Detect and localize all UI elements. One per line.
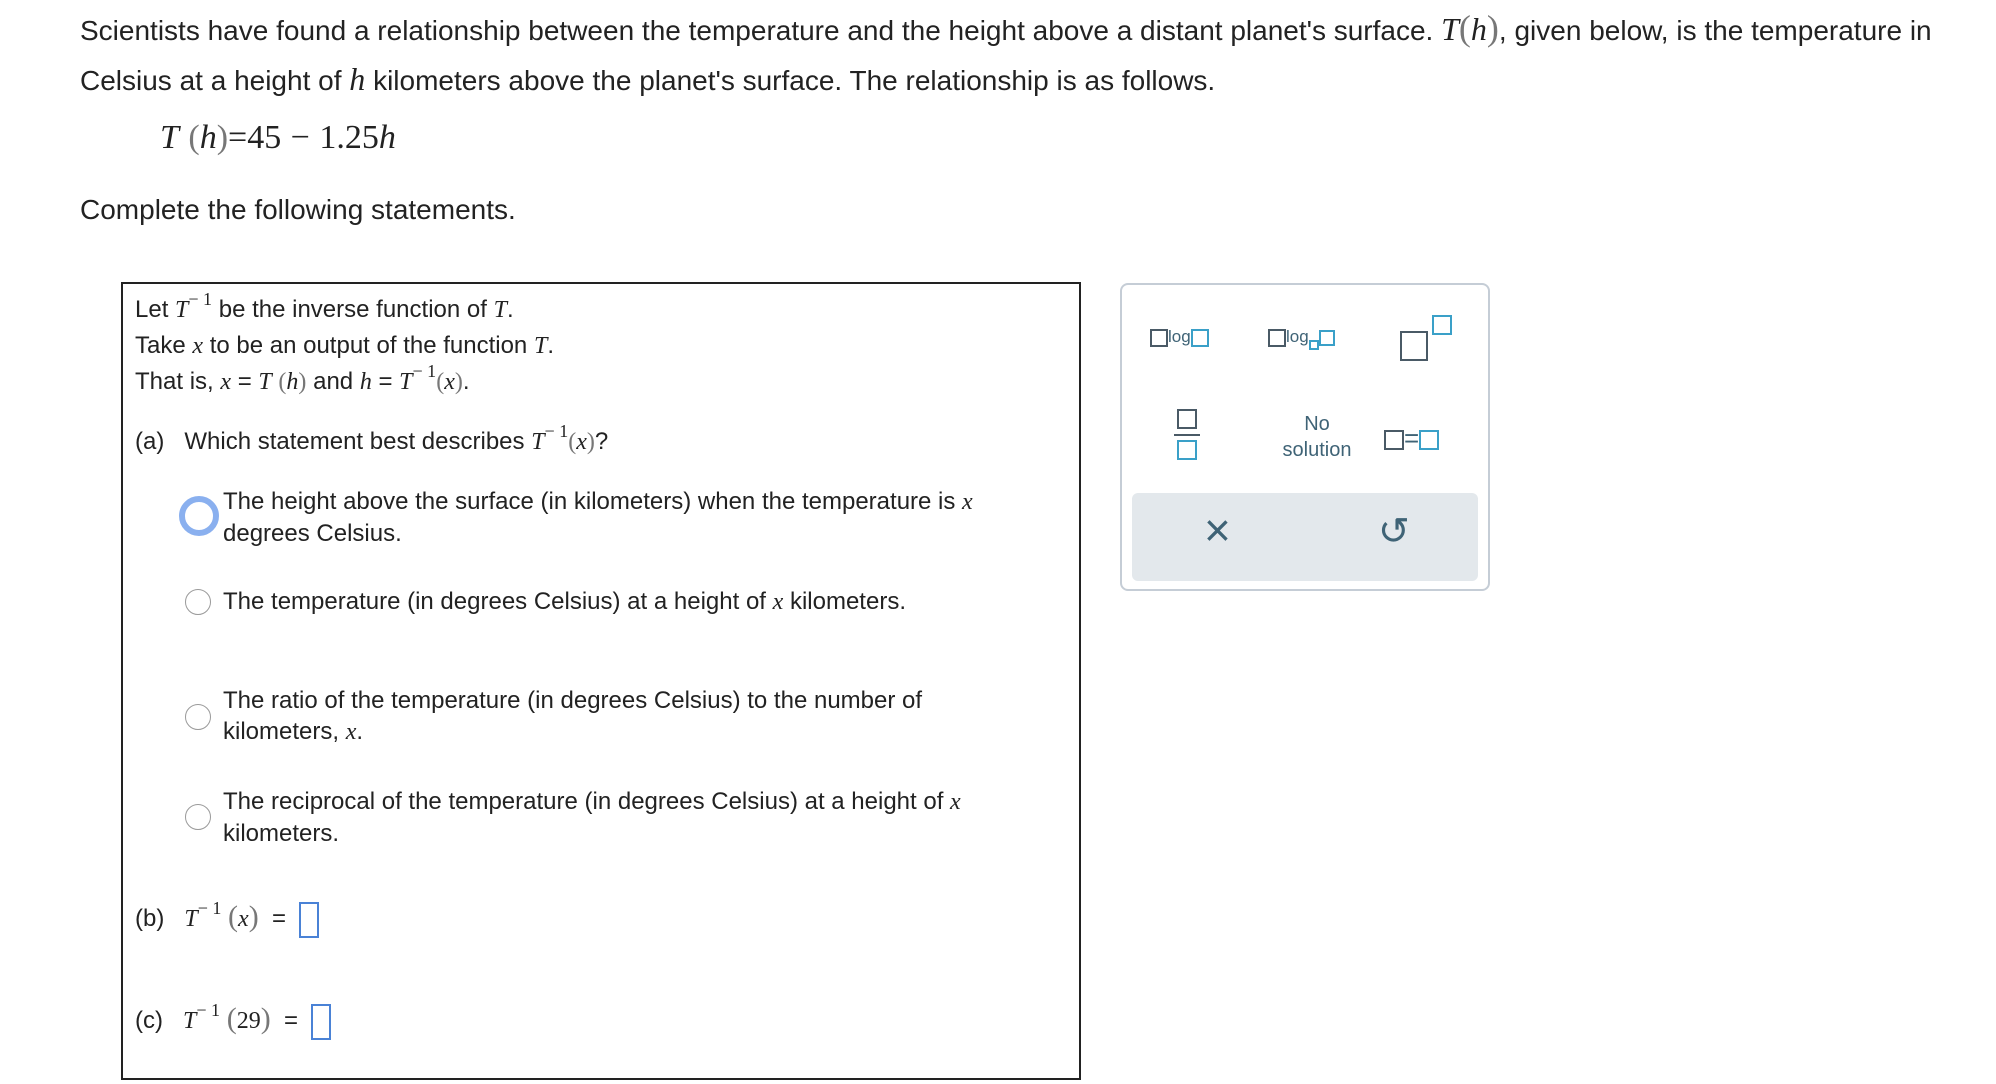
problem-intro: Scientists have found a relationship bet… <box>80 8 1932 97</box>
clear-icon[interactable]: × <box>1204 507 1231 553</box>
no-solution-label: solution <box>1282 439 1352 461</box>
placeholder-icon <box>1150 328 1168 347</box>
var-T: T <box>175 297 189 323</box>
var-x: x <box>192 333 204 359</box>
var-T: T <box>1441 11 1459 47</box>
equals-label: = <box>1404 423 1420 453</box>
fraction-bar <box>1174 434 1200 436</box>
formula-var: h <box>378 119 396 156</box>
var-T: T <box>399 369 413 395</box>
inverse-sup: − 1 <box>188 289 213 309</box>
var-x: x <box>444 369 455 395</box>
var-h: h <box>1470 11 1487 47</box>
denominator-icon <box>1177 440 1197 460</box>
log-button[interactable]: log <box>1150 327 1209 347</box>
var-h: h <box>359 369 372 395</box>
exponent-icon <box>1432 315 1452 335</box>
text: = <box>378 368 393 395</box>
option-3-text[interactable]: The ratio of the temperature (in degrees… <box>223 685 1043 748</box>
intro-text-1: Scientists have found a relationship bet… <box>80 15 1434 46</box>
fraction-button[interactable] <box>1174 409 1200 465</box>
text: Let <box>135 296 169 323</box>
placeholder-icon <box>1190 328 1209 347</box>
formula-eq: = <box>228 119 248 156</box>
var-T: T <box>183 1008 197 1034</box>
box-line-1: Let T− 1 be the inverse function of T. <box>135 289 514 324</box>
var-T: T <box>493 297 507 323</box>
part-b: (b) T− 1 (x) = <box>135 898 320 938</box>
box-line-2: Take x to be an output of the function T… <box>135 332 554 360</box>
equals: = <box>272 905 287 932</box>
undo-icon[interactable]: ↺ <box>1378 513 1410 551</box>
text: Take <box>135 332 186 359</box>
log-base-button[interactable]: log <box>1268 327 1335 350</box>
part-b-label: (b) <box>135 905 165 932</box>
placeholder-icon <box>1384 430 1404 451</box>
formula: T (h)=45 − 1.25h <box>160 119 396 156</box>
var-T: T <box>258 369 272 395</box>
text: be the inverse function of <box>218 296 487 323</box>
part-b-arg: x <box>238 906 249 932</box>
option-2-text[interactable]: The temperature (in degrees Celsius) at … <box>223 586 1043 618</box>
exponent-button[interactable] <box>1400 315 1460 365</box>
option-1-radio[interactable] <box>179 496 219 536</box>
part-c: (c) T− 1 (29) = <box>135 1000 332 1040</box>
option-4-radio[interactable] <box>185 804 211 830</box>
action-bar: × ↺ <box>1132 493 1478 581</box>
inverse-sup: − 1 <box>412 361 437 381</box>
inverse-sup: − 1 <box>197 898 222 918</box>
var-T: T <box>533 333 548 359</box>
log-label: log <box>1168 327 1191 346</box>
option-1-text[interactable]: The height above the surface (in kilomet… <box>223 486 1043 549</box>
text: to be an output of the function <box>209 332 528 359</box>
part-c-arg: 29 <box>236 1008 261 1034</box>
no-solution-label: No <box>1304 413 1330 435</box>
option-3-radio[interactable] <box>185 704 211 730</box>
formula-h: h <box>199 119 217 156</box>
question-text: Which statement best describes <box>184 428 525 455</box>
no-solution-button[interactable]: No solution <box>1252 411 1382 463</box>
part-a-question: (a) Which statement best describes T− 1(… <box>135 421 609 455</box>
answer-c-input[interactable] <box>311 1003 332 1040</box>
numerator-icon <box>1177 409 1197 429</box>
text: That is, <box>135 368 214 395</box>
placeholder-icon <box>1419 430 1440 451</box>
var-x: x <box>220 369 232 395</box>
placeholder-icon <box>1318 329 1335 346</box>
base-icon <box>1400 331 1428 361</box>
equals: = <box>284 1007 299 1034</box>
formula-b: 1.25 <box>319 119 379 156</box>
option-4-text[interactable]: The reciprocal of the temperature (in de… <box>223 786 1043 849</box>
formula-minus: − <box>290 119 310 156</box>
part-a-label: (a) <box>135 428 165 455</box>
text: ? <box>594 428 609 455</box>
var-T: T <box>184 906 198 932</box>
box-line-3: That is, x = T (h) and h = T− 1(x). <box>135 361 470 395</box>
inverse-sup: − 1 <box>196 1000 221 1020</box>
answer-b-input[interactable] <box>299 901 320 938</box>
subscript-icon <box>1308 340 1319 350</box>
equals-button[interactable]: = <box>1384 423 1440 453</box>
intro-text-3: kilometers above the planet's surface. T… <box>373 65 1216 96</box>
log-label: log <box>1286 327 1309 346</box>
inverse-sup: − 1 <box>544 421 569 441</box>
text: and <box>313 368 354 395</box>
var-h: h <box>349 61 366 97</box>
instruction: Complete the following statements. <box>80 194 516 225</box>
text: . <box>506 296 514 323</box>
placeholder-icon <box>1268 328 1286 347</box>
part-c-label: (c) <box>135 1007 163 1034</box>
text: . <box>547 332 554 359</box>
text: . <box>462 368 470 395</box>
question-box: Let T− 1 be the inverse function of T. T… <box>121 282 1081 1080</box>
var-h: h <box>286 369 299 395</box>
var-x: x <box>576 429 587 455</box>
formula-a: 45 <box>247 119 282 156</box>
math-palette: log log No solution = × ↺ <box>1120 283 1490 591</box>
var-T: T <box>531 429 545 455</box>
option-2-radio[interactable] <box>185 589 211 615</box>
text: = <box>237 368 252 395</box>
formula-T: T <box>160 119 179 156</box>
